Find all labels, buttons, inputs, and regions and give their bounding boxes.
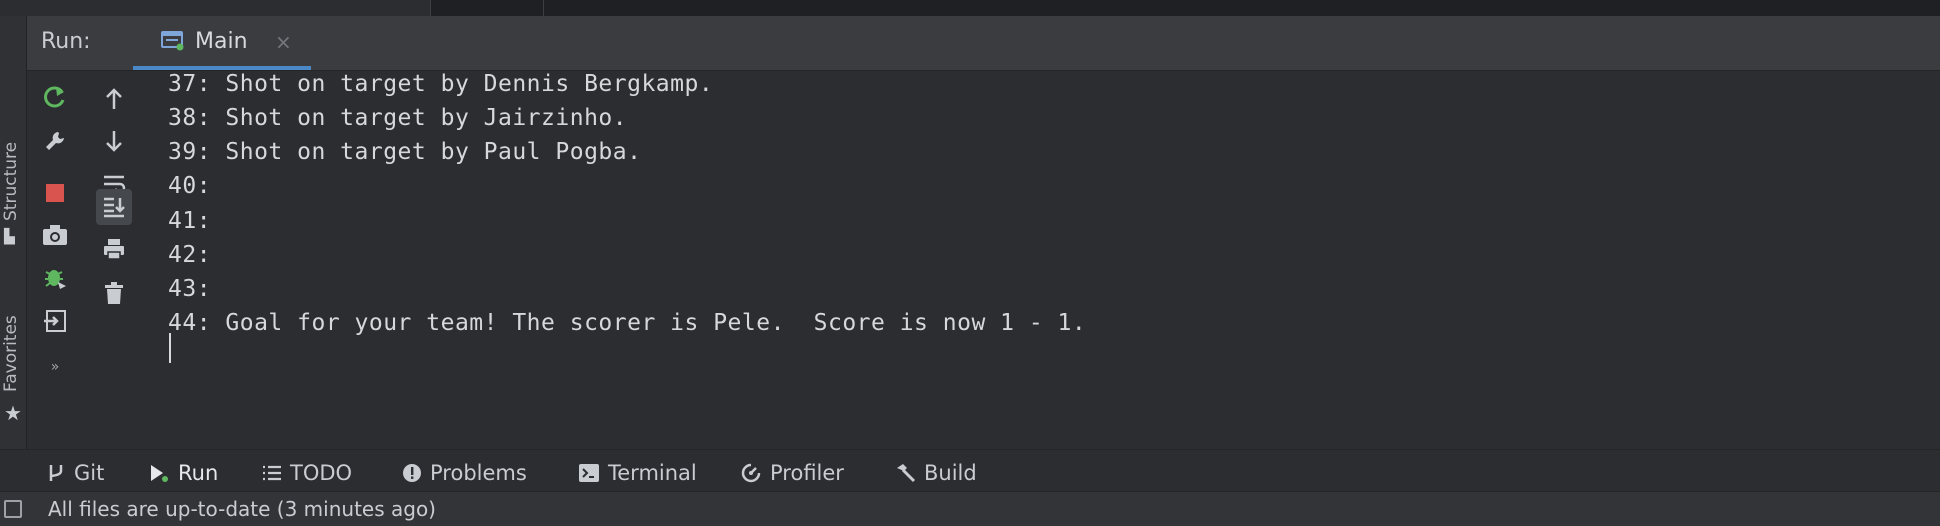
console-line: 43:: [168, 276, 212, 302]
console-line: 44: Goal for your team! The scorer is Pe…: [168, 310, 1087, 336]
profiler-icon: [740, 462, 762, 484]
run-toolbar-secondary: [86, 71, 143, 491]
application-window-icon: [161, 31, 184, 51]
camera-icon: [43, 225, 67, 245]
tool-window-run[interactable]: Run: [148, 458, 218, 488]
run-panel-label: Run:: [41, 29, 91, 54]
hammer-icon: [894, 462, 916, 484]
console-line: 39: Shot on target by Paul Pogba.: [168, 139, 642, 165]
editor-divider: [430, 0, 431, 16]
tool-window-build[interactable]: Build: [894, 458, 977, 488]
left-tool-strip: Structure ▙ Favorites ★: [0, 16, 27, 491]
tool-window-todo-label: TODO: [290, 461, 353, 485]
run-toolbar-primary: »: [27, 71, 85, 491]
tool-window-todo[interactable]: TODO: [262, 458, 352, 488]
previous-occurrence-button[interactable]: [96, 81, 132, 117]
rerun-button[interactable]: [37, 79, 73, 115]
exit-icon: [44, 310, 66, 332]
console-line: 41:: [168, 208, 212, 234]
structure-tab[interactable]: Structure: [1, 142, 21, 221]
rerun-icon: [44, 86, 65, 108]
console-output[interactable]: 37: Shot on target by Dennis Bergkamp. 3…: [144, 71, 1940, 449]
more-button[interactable]: »: [37, 349, 73, 385]
exit-button[interactable]: [37, 303, 73, 339]
editor-gutter: [0, 0, 430, 16]
tool-window-bar: Git Run TODO Problems Terminal Profiler …: [0, 449, 1940, 492]
tool-windows-toggle-icon[interactable]: [4, 500, 22, 518]
editor-area-edge: [0, 0, 1940, 16]
tab-main[interactable]: Main ×: [129, 16, 315, 70]
console-line: 38: Shot on target by Jairzinho.: [168, 105, 628, 131]
stop-icon: [46, 184, 64, 202]
tool-window-build-label: Build: [924, 461, 977, 485]
arrow-up-icon: [106, 88, 122, 109]
edit-configuration-button[interactable]: [37, 123, 73, 159]
status-message: All files are up-to-date (3 minutes ago): [48, 497, 436, 521]
tool-window-run-label: Run: [178, 461, 219, 485]
tab-close-icon[interactable]: ×: [275, 30, 292, 54]
tool-window-problems[interactable]: Problems: [402, 458, 527, 488]
ide-window: Structure ▙ Favorites ★ Run: Main × » 37…: [0, 0, 1940, 526]
tool-window-git-label: Git: [74, 461, 105, 485]
status-bar: All files are up-to-date (3 minutes ago): [0, 491, 1940, 526]
wrench-icon: [46, 132, 64, 150]
list-icon: [262, 464, 282, 482]
bug-icon: [45, 270, 66, 289]
tab-main-label: Main: [195, 29, 248, 54]
tool-window-profiler-label: Profiler: [770, 461, 844, 485]
debug-button[interactable]: [37, 259, 73, 295]
tool-window-problems-label: Problems: [430, 461, 527, 485]
thread-dump-button[interactable]: [37, 217, 73, 253]
console-line: 37: Shot on target by Dennis Bergkamp.: [168, 71, 714, 97]
tool-window-git[interactable]: Git: [46, 458, 104, 488]
printer-icon: [104, 239, 124, 260]
problems-icon: [402, 463, 422, 483]
print-button[interactable]: [96, 231, 132, 267]
stop-button[interactable]: [37, 175, 73, 211]
tab-active-indicator: [133, 66, 311, 70]
text-caret: [169, 333, 171, 363]
favorites-tab[interactable]: Favorites: [1, 315, 21, 392]
git-branch-icon: [46, 463, 66, 483]
tool-window-terminal[interactable]: Terminal: [578, 458, 697, 488]
arrow-down-icon: [106, 131, 122, 152]
scroll-to-end-button[interactable]: [96, 189, 132, 225]
tool-window-profiler[interactable]: Profiler: [740, 458, 844, 488]
star-icon: ★: [4, 401, 22, 425]
structure-icon: ▙: [4, 229, 15, 245]
terminal-icon: [578, 463, 600, 483]
next-occurrence-button[interactable]: [96, 123, 132, 159]
clear-all-button[interactable]: [96, 275, 132, 311]
trash-icon: [105, 282, 123, 304]
scroll-to-end-icon: [104, 197, 125, 218]
editor-divider: [543, 0, 544, 16]
run-icon: [148, 463, 170, 483]
tool-window-terminal-label: Terminal: [608, 461, 697, 485]
console-line: 42:: [168, 242, 212, 268]
console-line: 40:: [168, 173, 212, 199]
run-panel-header: Run: Main ×: [27, 16, 1940, 71]
